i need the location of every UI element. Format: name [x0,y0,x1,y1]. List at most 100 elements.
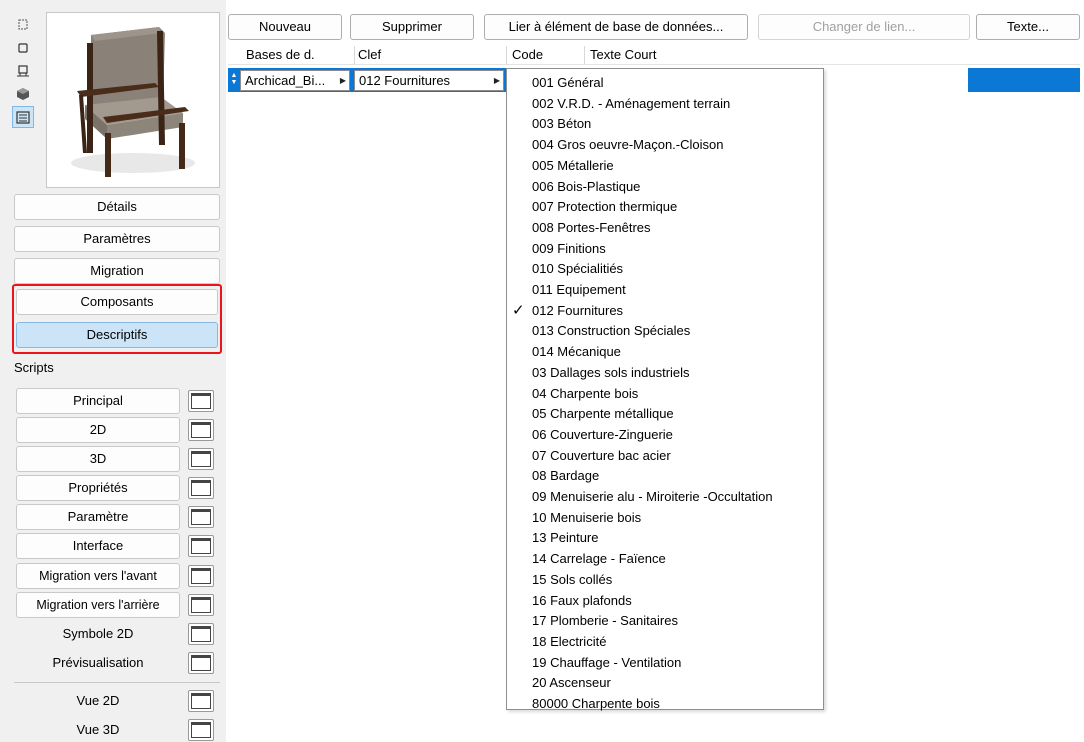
window-icon[interactable] [188,690,214,712]
dropdown-item[interactable]: 14 Carrelage - Faïence [507,549,823,569]
dropdown-item[interactable]: 005 Métallerie [507,156,823,176]
script-3d-button[interactable]: 3D [16,446,180,472]
dropdown-item-label: 04 Charpente bois [532,385,639,401]
dropdown-item[interactable]: 002 V.R.D. - Aménagement terrain [507,94,823,114]
dropdown-item[interactable]: 10 Menuiserie bois [507,508,823,528]
window-icon[interactable] [188,652,214,674]
dropdown-item[interactable]: 006 Bois-Plastique [507,177,823,197]
dropdown-item-label: 011 Equipement [532,282,626,297]
dropdown-item[interactable]: 80000 Charpente bois [507,694,823,714]
dropdown-item[interactable]: 06 Couverture-Zinguerie [507,425,823,445]
object-preview [46,12,220,188]
dropdown-item[interactable]: 13 Peinture [507,528,823,548]
view-3d-button[interactable]: Vue 3D [16,717,180,742]
link-database-button[interactable]: Lier à élément de base de données... [484,14,748,40]
section-view-icon[interactable] [12,37,34,59]
dropdown-item[interactable]: ✓ 012 Fournitures [507,301,823,321]
dropdown-item-label: 012 Fournitures [532,302,624,318]
dropdown-item[interactable]: 008 Portes-Fenêtres [507,218,823,238]
text-button[interactable]: Texte... [976,14,1080,40]
column-header-short-text[interactable]: Texte Court [590,47,656,62]
dropdown-item[interactable]: 15 Sols collés [507,570,823,590]
script-2d-button[interactable]: 2D [16,417,180,443]
window-icon[interactable] [188,535,214,557]
dropdown-item-label: 16 Faux plafonds [532,592,632,608]
view-icons [12,14,38,129]
script-principal-button[interactable]: Principal [16,388,180,414]
dropdown-item[interactable]: 08 Bardage [507,466,823,486]
script-backward-migration-button[interactable]: Migration vers l'arrière [16,592,180,618]
window-icon[interactable] [188,565,214,587]
dropdown-item-label: 13 Peinture [532,530,599,546]
column-divider [354,46,355,64]
dropdown-item[interactable]: 16 Faux plafonds [507,591,823,611]
dropdown-item-label: 17 Plomberie - Sanitaires [532,613,678,629]
list-view-icon[interactable] [12,106,34,128]
dropdown-item[interactable]: 014 Mécanique [507,342,823,362]
row-spinner-icon[interactable]: ▲ ▼ [230,72,238,88]
parameters-button[interactable]: Paramètres [14,226,220,252]
dropdown-item-label: 014 Mécanique [532,344,621,360]
dropdown-item[interactable]: 18 Electricité [507,632,823,652]
change-link-button[interactable]: Changer de lien... [758,14,970,40]
3d-view-icon[interactable] [12,83,34,105]
dropdown-item[interactable]: 07 Couverture bac acier [507,446,823,466]
dropdown-item[interactable]: 17 Plomberie - Sanitaires [507,611,823,631]
delete-button[interactable]: Supprimer [350,14,474,40]
dropdown-item-label: 010 Spécialitiés [532,261,624,277]
window-icon[interactable] [188,506,214,528]
dropdown-item-label: 004 Gros oeuvre-Maçon.-Cloison [532,137,724,153]
floor-plan-view-icon[interactable] [12,14,34,36]
new-button[interactable]: Nouveau [228,14,342,40]
dropdown-item[interactable]: 03 Dallages sols industriels [507,363,823,383]
database-select[interactable]: Archicad_Bi... ▶ [240,70,350,91]
dropdown-item-label: 07 Couverture bac acier [532,447,671,463]
dropdown-item[interactable]: 013 Construction Spéciales [507,321,823,341]
details-button[interactable]: Détails [14,194,220,220]
elevation-view-icon[interactable] [12,60,34,82]
window-icon[interactable] [188,390,214,412]
column-divider [584,46,585,64]
dropdown-item[interactable]: 09 Menuiserie alu - Miroiterie -Occultat… [507,487,823,507]
script-properties-button[interactable]: Propriétés [16,475,180,501]
window-icon[interactable] [188,594,214,616]
dropdown-item[interactable]: 009 Finitions [507,239,823,259]
dropdown-item[interactable]: 010 Spécialitiés [507,259,823,279]
dropdown-item-label: 008 Portes-Fenêtres [532,219,651,235]
window-icon[interactable] [188,477,214,499]
dropdown-item-label: 06 Couverture-Zinguerie [532,426,673,442]
dropdown-item[interactable]: 20 Ascenseur [507,673,823,693]
migration-button[interactable]: Migration [14,258,220,284]
window-icon[interactable] [188,448,214,470]
script-forward-migration-button[interactable]: Migration vers l'avant [16,563,180,589]
column-divider [506,46,507,64]
key-select[interactable]: 012 Fournitures ▶ [354,70,504,91]
left-panel: Détails Paramètres Migration Composants … [0,0,226,742]
dropdown-item-label: 10 Menuiserie bois [532,509,642,525]
dropdown-item[interactable]: 011 Equipement [507,280,823,300]
view-2d-button[interactable]: Vue 2D [16,688,180,714]
dropdown-item[interactable]: 007 Protection thermique [507,197,823,217]
script-interface-button[interactable]: Interface [16,533,180,559]
symbol-2d-button[interactable]: Symbole 2D [16,621,180,647]
dropdown-item-label: 009 Finitions [532,240,606,256]
checkmark-icon: ✓ [512,301,525,319]
window-icon[interactable] [188,623,214,645]
column-header-code[interactable]: Code [512,47,543,62]
script-parameter-button[interactable]: Paramètre [16,504,180,530]
window-icon[interactable] [188,719,214,741]
chevron-right-icon: ▶ [339,76,346,85]
dropdown-item[interactable]: 001 Général [507,73,823,93]
dropdown-item[interactable]: 003 Béton [507,114,823,134]
dropdown-item[interactable]: 04 Charpente bois [507,384,823,404]
key-dropdown-menu: 001 Général 002 V.R.D. - Aménagement terr… [506,68,824,711]
column-header-database[interactable]: Bases de d. [246,47,315,62]
dropdown-item[interactable]: 004 Gros oeuvre-Maçon.-Cloison [507,135,823,155]
dropdown-item[interactable]: 19 Chauffage - Ventilation [507,653,823,673]
preview-button[interactable]: Prévisualisation [16,650,180,676]
dropdown-item[interactable]: 05 Charpente métallique [507,404,823,424]
dropdown-item-label: 80000 Charpente bois [532,696,660,711]
window-icon[interactable] [188,419,214,441]
dropdown-item-label: 15 Sols collés [532,571,613,587]
column-header-key[interactable]: Clef [358,47,381,62]
